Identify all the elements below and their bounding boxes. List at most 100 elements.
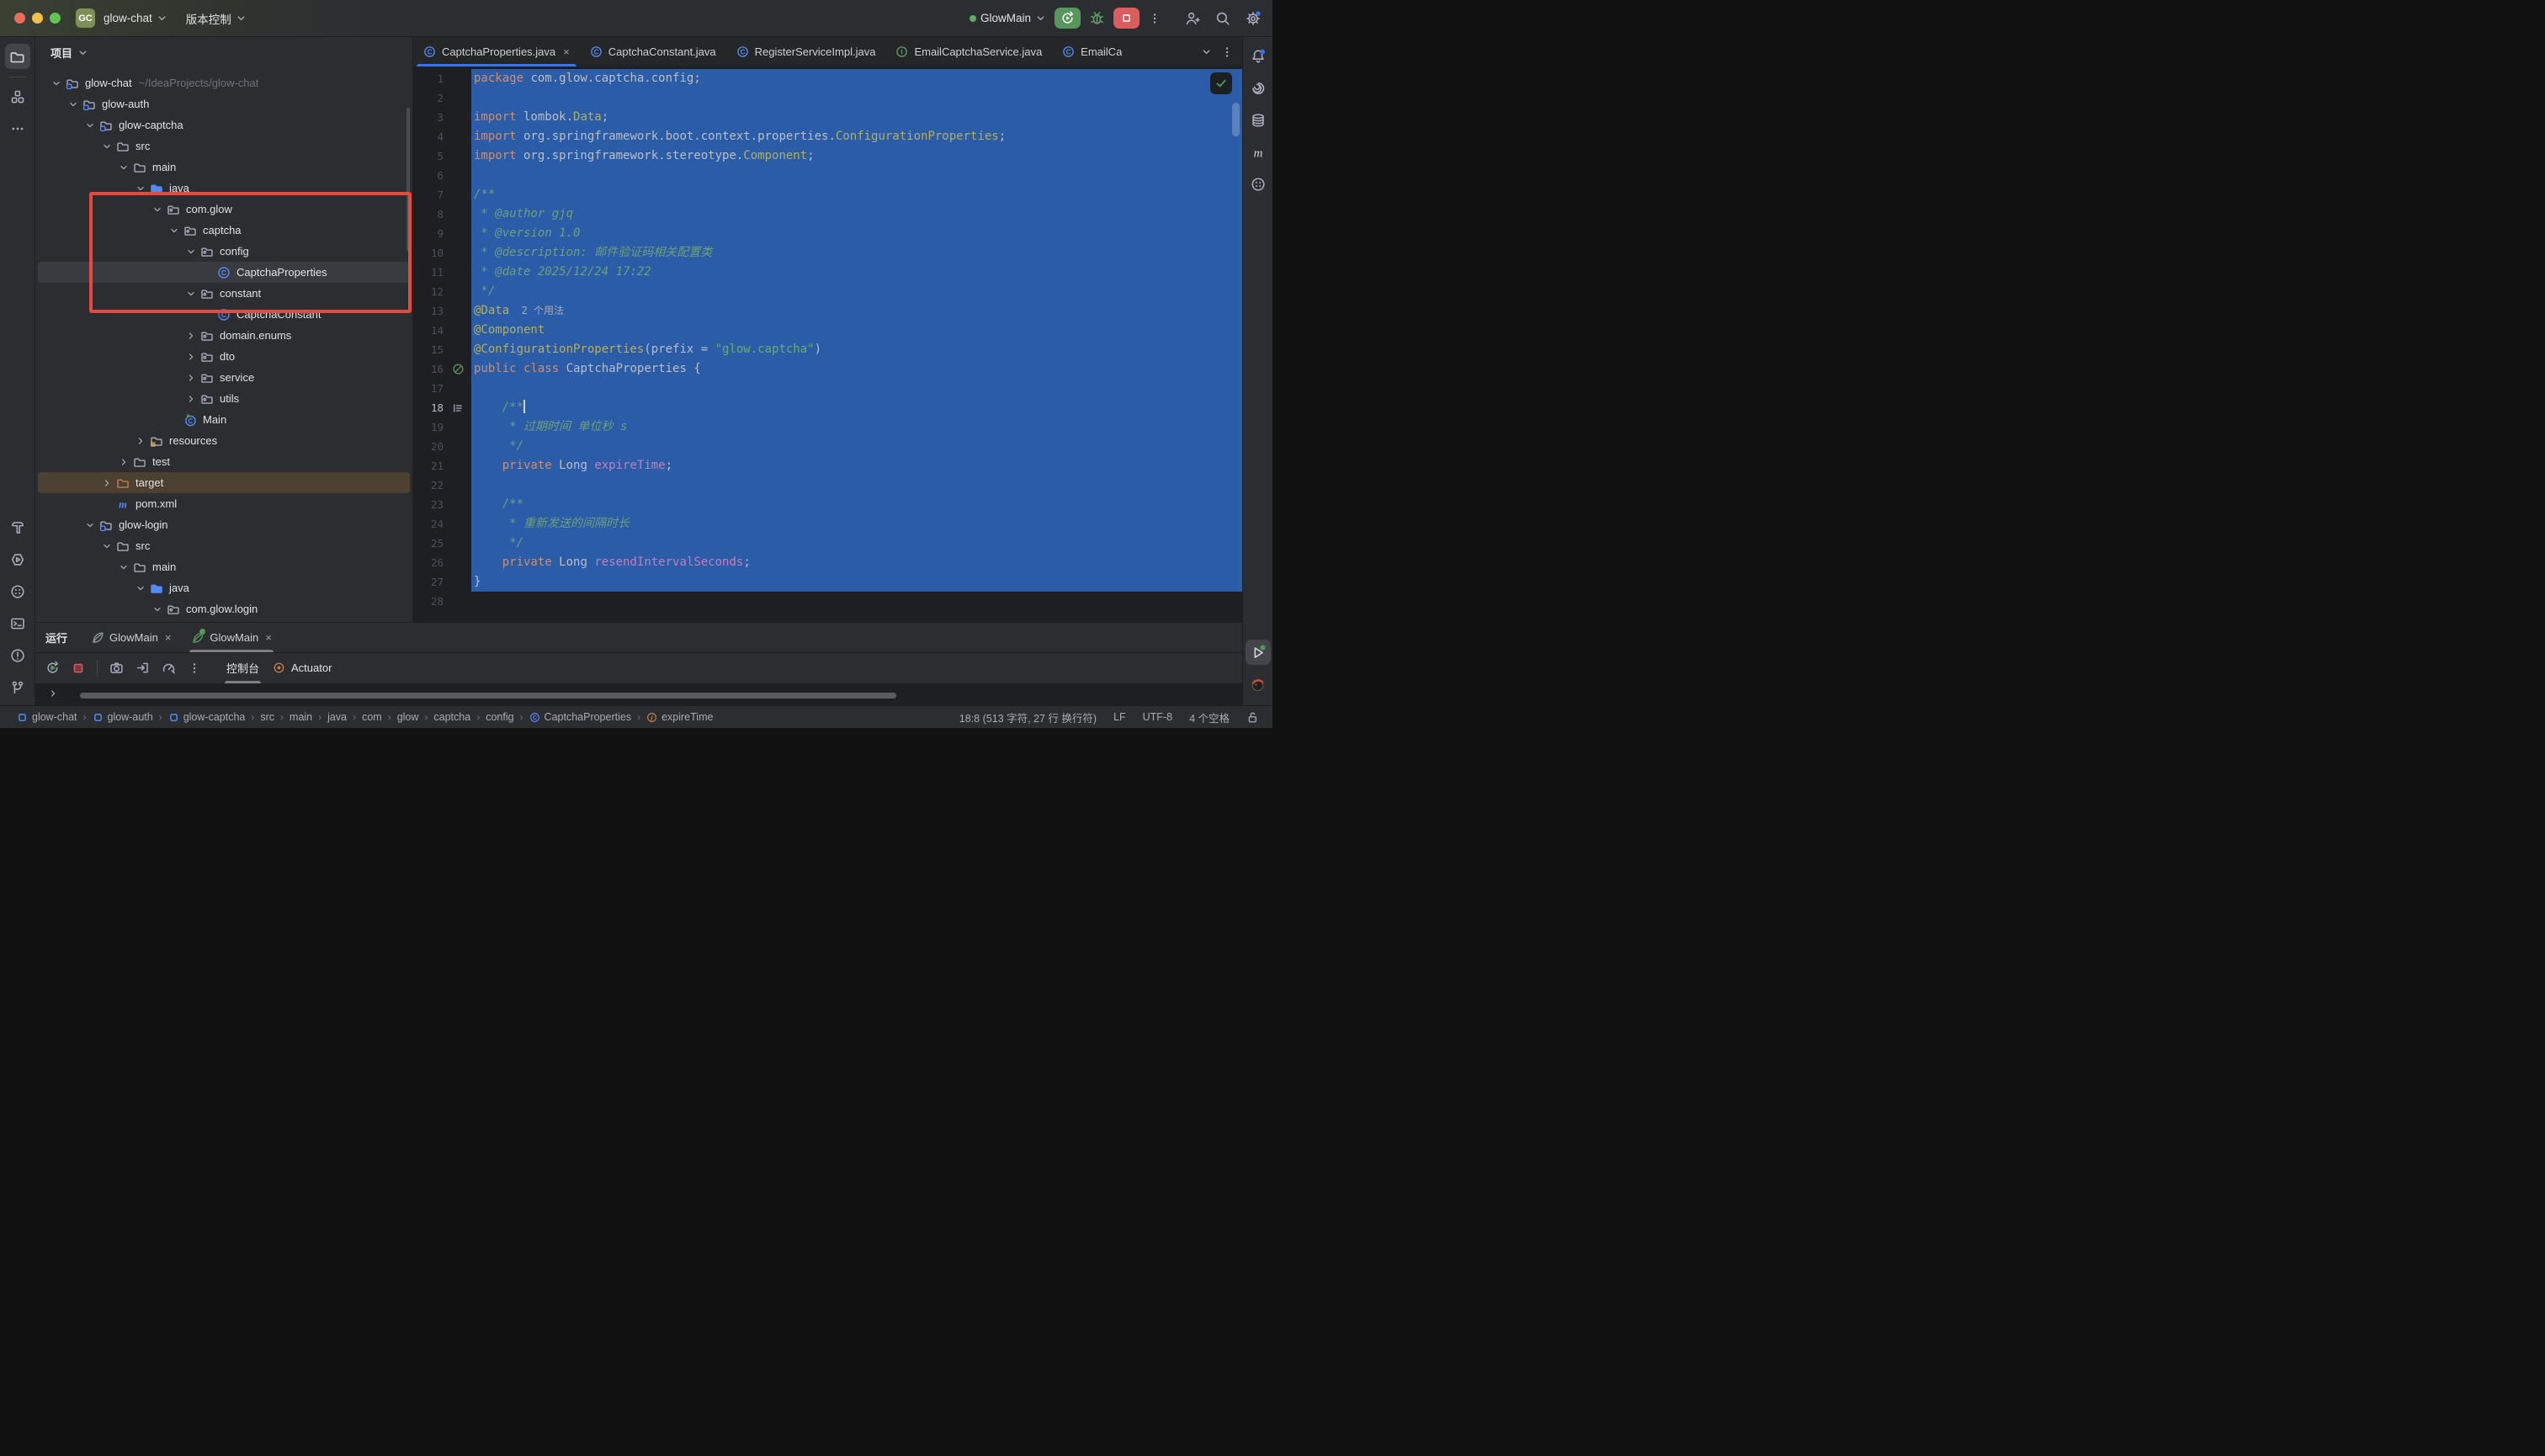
run-tab-glowmain[interactable]: GlowMain× [183, 623, 279, 652]
maximize-window-button[interactable] [50, 13, 61, 24]
database-tool-button[interactable] [1246, 108, 1271, 133]
code-line-2[interactable] [471, 88, 1242, 108]
breadcrumb-item-glow-chat[interactable]: glow-chat [17, 711, 77, 723]
tree-item-test[interactable]: test [38, 451, 410, 472]
project-tool-button[interactable] [5, 44, 30, 69]
gutter-line-9[interactable]: 9 [413, 224, 471, 243]
tree-chevron-icon[interactable] [183, 371, 199, 385]
plugin-tool-button[interactable] [1246, 672, 1271, 697]
build-tool-button[interactable] [5, 515, 30, 540]
console-output[interactable] [35, 683, 1242, 705]
gutter-line-23[interactable]: 23 [413, 495, 471, 514]
tree-item-src[interactable]: src [38, 535, 410, 556]
expand-chevron-icon[interactable] [47, 688, 59, 699]
run-configuration-selector[interactable]: GlowMain [970, 12, 1046, 24]
code-line-14[interactable]: @Component [471, 321, 1242, 340]
tree-item-domain-enums[interactable]: domain.enums [38, 325, 410, 346]
code-line-13[interactable]: @Data 2 个用法 [471, 301, 1242, 321]
services-tool-button[interactable] [5, 547, 30, 572]
tree-chevron-icon[interactable] [183, 245, 199, 258]
gutter-line-6[interactable]: 6 [413, 166, 471, 185]
run-tab-glowmain[interactable]: GlowMain× [82, 623, 179, 652]
tree-item-config[interactable]: config [38, 241, 410, 262]
tree-item-captchaconstant[interactable]: CCaptchaConstant [38, 304, 410, 325]
tree-chevron-icon[interactable] [132, 582, 149, 595]
editor-tab-captchaproperties-java[interactable]: CCaptchaProperties.java× [413, 37, 580, 66]
console-tab-控制台[interactable]: 控制台 [220, 653, 266, 683]
breadcrumb-item-glow-auth[interactable]: glow-auth [93, 711, 153, 723]
gutter-line-3[interactable]: 3 [413, 108, 471, 127]
structure-tool-button[interactable] [5, 84, 30, 109]
tree-item-glow-auth[interactable]: glow-auth [38, 93, 410, 114]
editor-scrollbar[interactable] [1232, 103, 1240, 136]
gutter-line-22[interactable]: 22 [413, 476, 471, 495]
tree-item-resources[interactable]: resources [38, 430, 410, 451]
code-line-6[interactable] [471, 166, 1242, 185]
breadcrumb-item-glow-captcha[interactable]: glow-captcha [168, 711, 246, 723]
tree-item-captchaproperties[interactable]: CCaptchaProperties [38, 262, 410, 283]
caret-line-icon[interactable] [447, 401, 469, 415]
breadcrumb-item-java[interactable]: java [327, 711, 347, 723]
gutter-line-20[interactable]: 20 [413, 437, 471, 456]
tree-chevron-icon[interactable] [166, 224, 183, 237]
gutter-line-7[interactable]: 7 [413, 185, 471, 205]
project-scrollbar[interactable] [406, 108, 410, 251]
indent-setting[interactable]: 4 个空格 [1189, 709, 1230, 725]
tree-chevron-icon[interactable] [48, 77, 65, 90]
breadcrumb-item-expiretime[interactable]: fexpireTime [646, 711, 713, 723]
settings-gear-icon[interactable] [1246, 11, 1261, 26]
code-line-19[interactable]: * 过期时间 单位秒 s [471, 417, 1242, 437]
tree-item-pom-xml[interactable]: mpom.xml [38, 493, 410, 514]
close-tab-icon[interactable]: × [563, 45, 570, 58]
code-line-15[interactable]: @ConfigurationProperties(prefix = "glow.… [471, 340, 1242, 359]
thread-dump-icon[interactable] [109, 661, 124, 675]
editor-tab-captchaconstant-java[interactable]: CCaptchaConstant.java [580, 37, 726, 66]
code-line-16[interactable]: public class CaptchaProperties { [471, 359, 1242, 379]
rerun-button[interactable] [1055, 8, 1081, 29]
more-tools-button[interactable] [5, 116, 30, 141]
code-line-9[interactable]: * @version 1.0 [471, 224, 1242, 243]
tree-item-target[interactable]: target [38, 472, 410, 493]
code-line-21[interactable]: private Long expireTime; [471, 456, 1242, 476]
rerun-icon[interactable] [45, 661, 60, 675]
code-line-22[interactable] [471, 476, 1242, 495]
code-line-8[interactable]: * @author gjq [471, 205, 1242, 224]
caret-position[interactable]: 18:8 (513 字符, 27 行 换行符) [959, 709, 1097, 725]
detach-icon[interactable] [135, 661, 150, 675]
tree-chevron-icon[interactable] [115, 161, 132, 174]
gutter-line-25[interactable]: 25 [413, 534, 471, 553]
close-tab-icon[interactable]: × [265, 631, 272, 644]
gutter-line-10[interactable]: 10 [413, 243, 471, 263]
breadcrumb-item-captchaproperties[interactable]: CCaptchaProperties [529, 711, 632, 723]
tree-item-main[interactable]: main [38, 157, 410, 178]
endpoints-tool-button[interactable] [1246, 172, 1271, 197]
breadcrumb-item-src[interactable]: src [260, 711, 274, 723]
breadcrumb-item-com[interactable]: com [362, 711, 382, 723]
code-line-4[interactable]: import org.springframework.boot.context.… [471, 127, 1242, 146]
close-tab-icon[interactable]: × [165, 631, 172, 644]
ai-assistant-button[interactable] [1246, 76, 1271, 101]
code-line-1[interactable]: package com.glow.captcha.config; [471, 69, 1242, 88]
tree-chevron-icon[interactable] [132, 434, 149, 448]
gutter-line-13[interactable]: 13 [413, 301, 471, 321]
code-editor[interactable]: 1234567891011121314151617181920212223242… [413, 67, 1242, 622]
gutter-line-17[interactable]: 17 [413, 379, 471, 398]
tree-item-glow-captcha[interactable]: glow-captcha [38, 114, 410, 136]
tree-chevron-icon[interactable] [149, 203, 166, 216]
tree-item-java[interactable]: java [38, 178, 410, 199]
breadcrumb-item-config[interactable]: config [486, 711, 513, 723]
code-line-11[interactable]: * @date 2025/12/24 17:22 [471, 263, 1242, 282]
tab-options-icon[interactable] [1220, 45, 1234, 59]
code-with-me-icon[interactable] [1185, 11, 1200, 26]
editor-tab-registerserviceimpl-java[interactable]: CRegisterServiceImpl.java [726, 37, 886, 66]
editor-tab-emailcaptchaservice-java[interactable]: IEmailCaptchaService.java [885, 37, 1052, 66]
gutter-line-11[interactable]: 11 [413, 263, 471, 282]
problems-tool-button[interactable] [5, 643, 30, 668]
vcs-menu[interactable]: 版本控制 [186, 10, 247, 27]
code-line-28[interactable] [471, 592, 1242, 611]
gutter-line-15[interactable]: 15 [413, 340, 471, 359]
gauge-icon[interactable] [162, 661, 176, 675]
console-hscrollbar[interactable] [80, 693, 896, 699]
minimize-window-button[interactable] [32, 13, 43, 24]
code-line-18[interactable]: /** [471, 398, 1242, 417]
